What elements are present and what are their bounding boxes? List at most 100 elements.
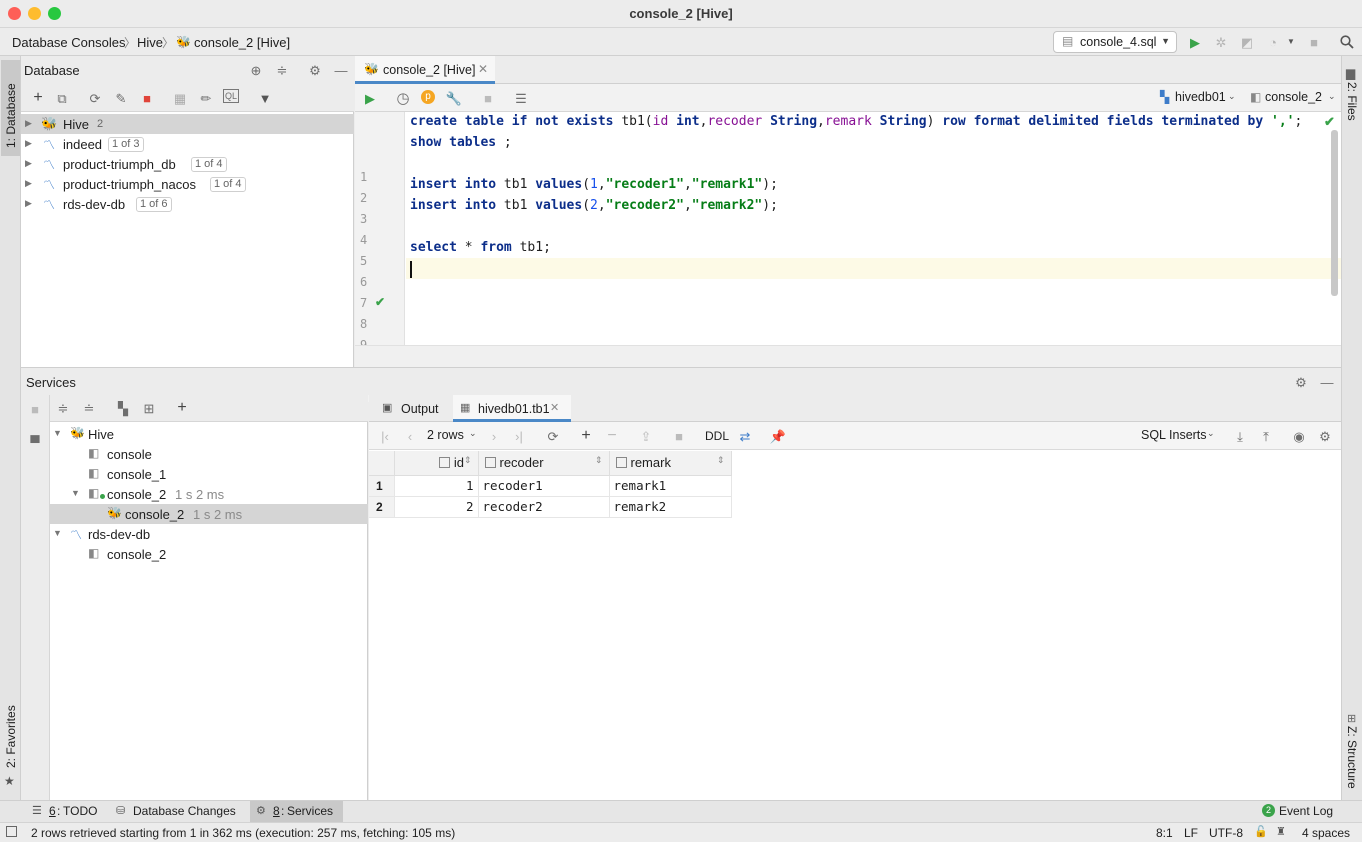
service-console-2[interactable]: ▼ ◧ console_2 1 s 2 ms [50,484,368,504]
cell-id[interactable]: 2 [394,496,479,518]
wrench-icon[interactable]: 🔧 [445,89,463,107]
parameters-icon[interactable]: p [421,90,435,104]
stop-icon[interactable]: ■ [138,89,156,107]
table-icon[interactable]: ▦ [171,89,189,107]
rows-count-select[interactable]: 2 rows ⌄ [427,428,483,444]
table-row[interactable]: 1 1 recoder1 remark1 [369,475,732,497]
editor-tab-console-2[interactable]: 🐝 console_2 [Hive] ✕ [355,56,495,84]
tree-item-rds-dev-db[interactable]: ▶ 〽 rds-dev-db 1 of 6 [21,194,354,214]
service-rds-dev-db[interactable]: ▼ 〽 rds-dev-db [50,524,368,544]
eye-icon[interactable]: ◉ [1290,427,1308,445]
next-page-icon[interactable]: › [485,427,503,445]
expand-triangle-icon[interactable]: ▶ [25,158,32,169]
gear-icon[interactable]: ⚙ [306,61,324,79]
last-page-icon[interactable]: ›| [510,427,528,445]
submit-icon[interactable]: ⇪ [637,427,655,445]
todo-tool-button[interactable]: ☰ 6 : TODO [28,801,100,822]
debug-icon[interactable]: ✲ [1212,33,1230,51]
hide-panel-icon[interactable]: — [1318,373,1336,391]
hide-panel-icon[interactable]: — [332,61,350,79]
editor-scrollbar[interactable] [1331,130,1338,296]
first-page-icon[interactable]: |‹ [376,427,394,445]
indent-setting[interactable]: 4 spaces [1302,826,1350,840]
pin-icon[interactable]: 📌 [769,427,787,445]
code-line-5[interactable]: insert into tb1 values(2,"recoder2","rem… [410,198,778,213]
cell-recoder[interactable]: recoder1 [478,475,610,497]
run-configuration-select[interactable]: ▤ console_4.sql ▼ [1053,31,1177,53]
cell-remark[interactable]: remark1 [609,475,732,497]
refresh-icon[interactable]: ⟳ [544,427,562,445]
upload-icon[interactable]: ⤒ [1257,427,1275,445]
profile-icon[interactable]: ◔ [1264,33,1282,51]
group-by-icon[interactable]: ▚ [114,399,132,417]
service-hive[interactable]: ▼ 🐝 Hive [50,424,368,444]
expand-triangle-icon[interactable]: ▶ [25,198,32,209]
stop-icon[interactable]: ■ [479,89,497,107]
duplicate-icon[interactable]: ⧉ [53,89,71,107]
tree-item-indeed[interactable]: ▶ 〽 indeed 1 of 3 [21,134,354,154]
file-encoding[interactable]: UTF-8 [1209,826,1243,840]
collapse-triangle-icon[interactable]: ▼ [71,488,80,498]
history-icon[interactable]: ◷ [394,89,412,107]
breadcrumb-console[interactable]: console_2 [Hive] [194,35,290,50]
service-console[interactable]: ◧ console [50,444,368,464]
event-log-tool-button[interactable]: 2 Event Log [1260,801,1340,822]
collapse-triangle-icon[interactable]: ▼ [53,428,62,438]
database-changes-tool-button[interactable]: ⛁ Database Changes [112,801,244,822]
inspector-icon[interactable]: ♜ [1276,825,1286,838]
sort-icon[interactable]: ⇕ [717,455,725,466]
column-header-id[interactable]: id ⇕ [394,451,479,476]
code-line-1[interactable]: create table if not exists tb1(id int,re… [410,114,1302,129]
tree-item-product-triumph-nacos[interactable]: ▶ 〽 product-triumph_nacos 1 of 4 [21,174,354,194]
code-line-4[interactable]: insert into tb1 values(1,"recoder1","rem… [410,177,778,192]
delete-row-icon[interactable]: − [603,427,621,445]
filter-icon[interactable]: ▼ [256,89,274,107]
breadcrumb-hive[interactable]: Hive [137,35,163,50]
sort-icon[interactable]: ⇕ [464,455,472,466]
compare-icon[interactable]: ⇄ [736,427,754,445]
structure-tool-tab[interactable]: Z: Structure [1345,726,1359,789]
code-line-2[interactable]: show tables ; [410,135,512,150]
download-icon[interactable]: ⤓ [1231,427,1249,445]
expand-triangle-icon[interactable]: ▶ [25,178,32,189]
code-line-7[interactable]: select * from tb1; [410,240,551,255]
collapse-all-icon[interactable]: ≑ [273,61,291,79]
new-tab-icon[interactable]: ⊞ [140,399,158,417]
collapse-triangle-icon[interactable]: ▼ [53,528,62,538]
properties-icon[interactable]: ✎ [112,89,130,107]
refresh-icon[interactable]: ⟳ [86,89,104,107]
lock-icon[interactable]: 🔓 [1254,825,1268,838]
stop-icon[interactable]: ■ [1305,33,1323,51]
gear-icon[interactable]: ⚙ [1292,373,1310,391]
tree-item-hive[interactable]: ▶ 🐝 Hive 2 [21,114,354,134]
services-tool-button[interactable]: ⚙ 8 : Services [250,801,343,822]
execute-icon[interactable]: ▶ [361,89,379,107]
session-select[interactable]: ◧ console_2 ⌄ [1250,89,1336,107]
crosshair-icon[interactable]: ⊕ [247,61,265,79]
tool-windows-icon[interactable] [6,826,17,837]
expand-triangle-icon[interactable]: ▶ [25,138,32,149]
gear-icon[interactable]: ⚙ [1316,427,1334,445]
results-view-icon[interactable]: ☰ [512,89,530,107]
tree-item-product-triumph-db[interactable]: ▶ 〽 product-triumph_db 1 of 4 [21,154,354,174]
chevron-down-icon[interactable]: ▼ [1287,37,1295,46]
cell-id[interactable]: 1 [394,475,479,497]
add-service-icon[interactable]: + [173,399,191,417]
service-rds-console-2[interactable]: ◧ console_2 [50,544,368,564]
ddl-button[interactable]: DDL [705,429,729,443]
collapse-all-icon[interactable]: ≐ [80,399,98,417]
edit-icon[interactable]: ✏ [197,89,215,107]
layout-icon[interactable]: ▀ [26,433,44,451]
column-header-remark[interactable]: remark ⇕ [609,451,732,476]
run-icon[interactable]: ▶ [1186,33,1204,51]
breadcrumb-database-consoles[interactable]: Database Consoles [12,35,125,50]
line-separator[interactable]: LF [1184,826,1198,840]
tab-hivedb01-tb1[interactable]: ▦ hivedb01.tb1 ✕ [453,395,571,422]
schema-select[interactable]: ▚ hivedb01 ⌄ [1160,89,1240,107]
console-icon[interactable]: QL [223,89,239,103]
service-console-1[interactable]: ◧ console_1 [50,464,368,484]
stop-icon[interactable]: ■ [26,400,44,418]
column-header-recoder[interactable]: recoder ⇕ [478,451,610,476]
search-icon[interactable] [1338,33,1356,51]
coverage-icon[interactable]: ◩ [1238,33,1256,51]
